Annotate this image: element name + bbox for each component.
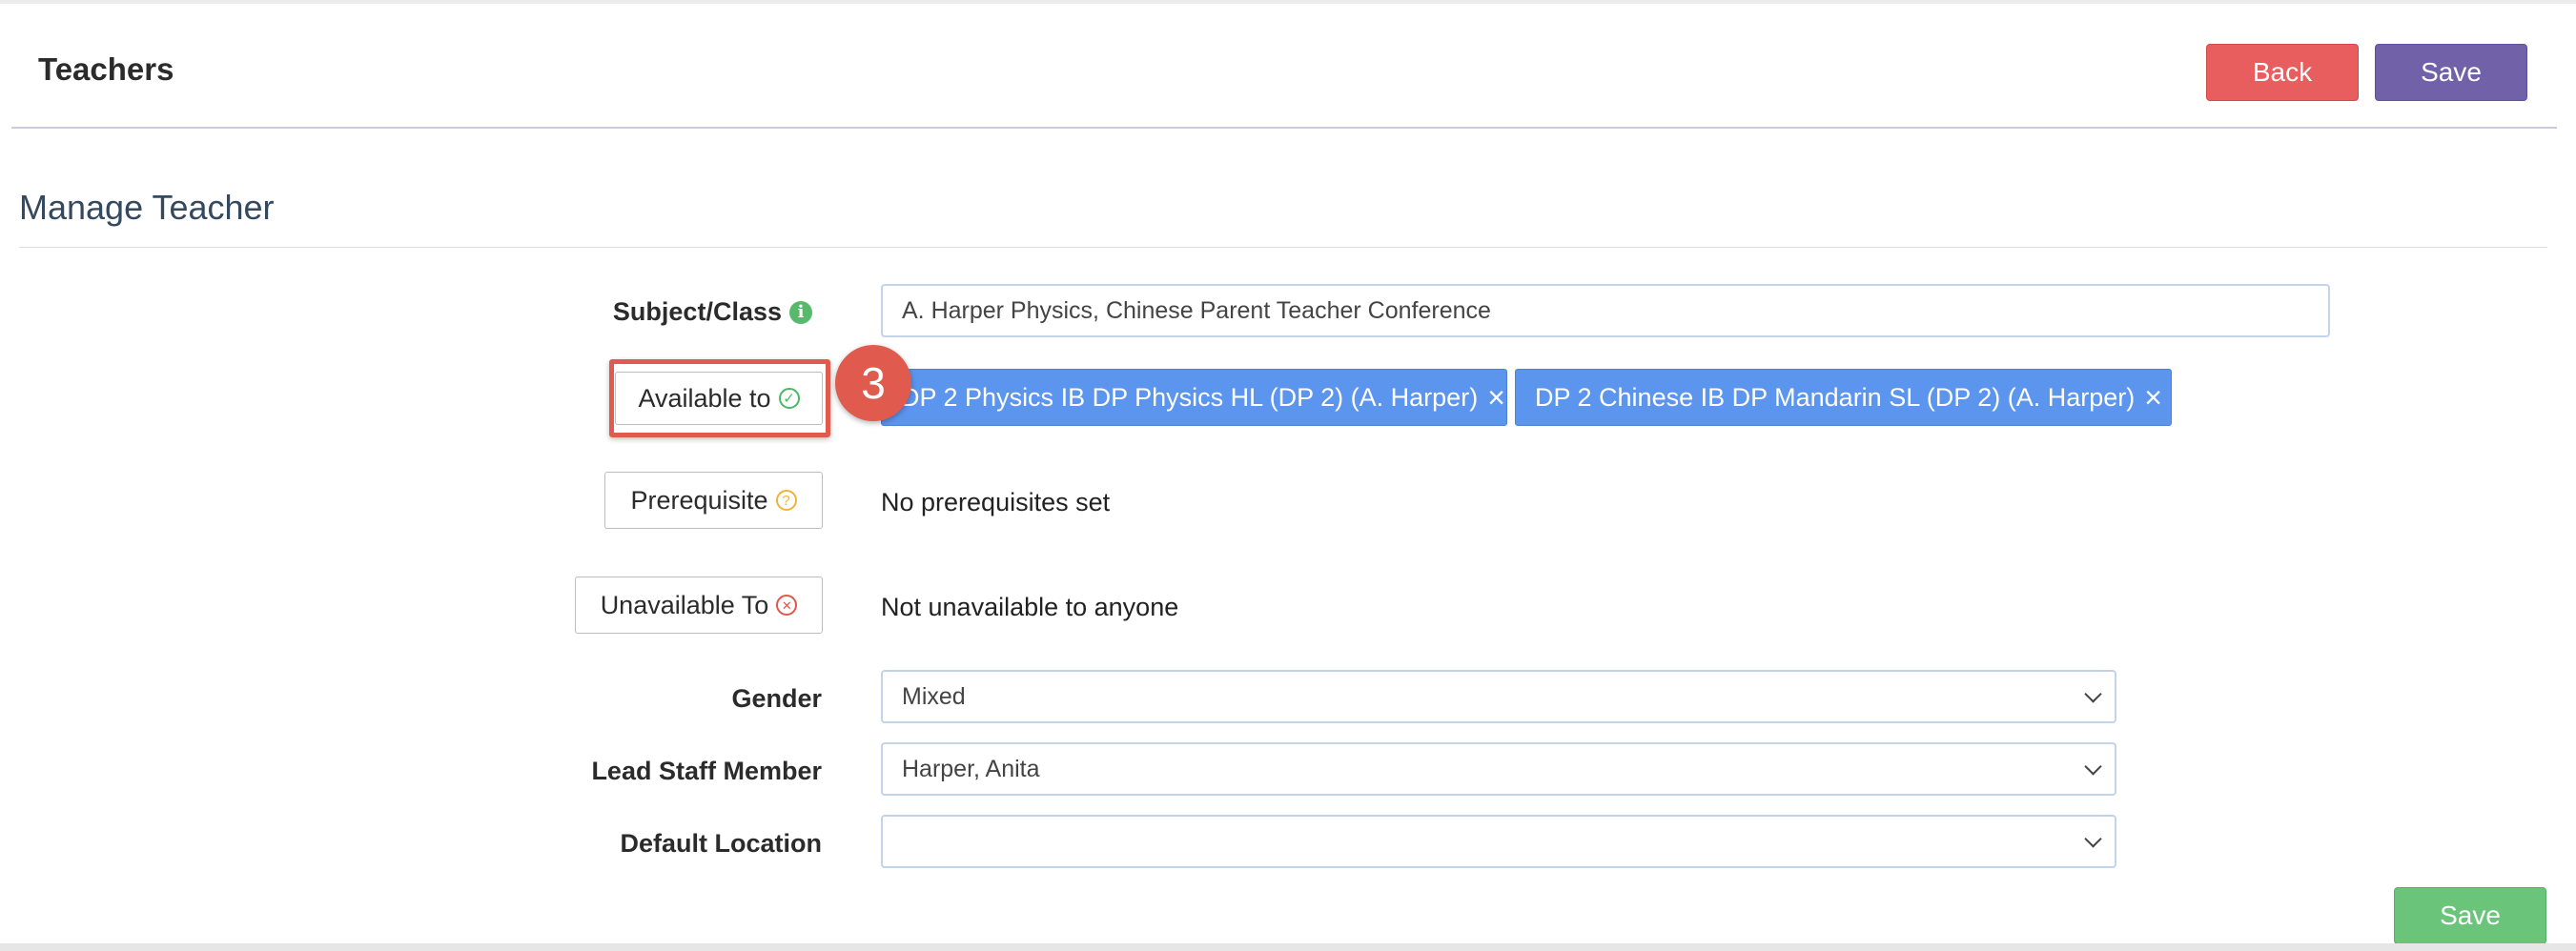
unavailable-to-label: Unavailable To <box>600 590 769 619</box>
x-circle-icon: ✕ <box>776 595 798 616</box>
gender-value: Mixed <box>902 682 966 710</box>
info-icon[interactable]: i <box>789 300 812 324</box>
lead-staff-select[interactable]: Harper, Anita <box>881 742 2116 796</box>
subject-class-label-text: Subject/Class <box>612 297 782 326</box>
question-circle-icon: ? <box>775 490 797 511</box>
default-location-select[interactable] <box>881 815 2116 868</box>
subject-class-input[interactable] <box>881 284 2330 337</box>
close-icon[interactable]: × <box>2144 382 2162 413</box>
available-tag[interactable]: DP 2 Chinese IB DP Mandarin SL (DP 2) (A… <box>1515 369 2172 426</box>
prerequisite-button[interactable]: Prerequisite ? <box>604 472 823 529</box>
prerequisite-status: No prerequisites set <box>881 488 1111 516</box>
available-to-button[interactable]: Available to ✓ <box>615 372 823 425</box>
gender-select[interactable]: Mixed <box>881 670 2116 723</box>
page-title: Teachers <box>38 51 174 87</box>
close-icon[interactable]: × <box>1487 382 1505 413</box>
prerequisite-label: Prerequisite <box>630 485 768 515</box>
chevron-down-icon <box>2084 685 2102 703</box>
lead-staff-value: Harper, Anita <box>902 755 1040 782</box>
section-title: Manage Teacher <box>19 188 275 227</box>
section-divider <box>19 247 2547 248</box>
unavailable-to-button[interactable]: Unavailable To ✕ <box>575 577 823 634</box>
gender-label: Gender <box>731 684 822 713</box>
bottom-border <box>0 943 2576 951</box>
chevron-down-icon <box>2084 758 2102 776</box>
available-tag-label: DP 2 Chinese IB DP Mandarin SL (DP 2) (A… <box>1535 382 2136 412</box>
header-divider <box>11 127 2557 129</box>
chevron-down-icon <box>2084 830 2102 848</box>
top-border <box>0 0 2576 4</box>
unavailable-status: Not unavailable to anyone <box>881 593 1179 621</box>
default-location-label: Default Location <box>620 829 822 858</box>
lead-staff-label: Lead Staff Member <box>591 757 822 785</box>
available-tag-label: DP 2 Physics IB DP Physics HL (DP 2) (A.… <box>901 382 1479 412</box>
save-button[interactable]: Save <box>2375 44 2527 101</box>
available-tag[interactable]: DP 2 Physics IB DP Physics HL (DP 2) (A.… <box>881 369 1507 426</box>
available-to-label: Available to <box>638 383 771 413</box>
subject-class-label: Subject/Class i <box>613 297 812 327</box>
back-button[interactable]: Back <box>2206 44 2359 101</box>
step-badge: 3 <box>835 345 911 421</box>
check-circle-icon: ✓ <box>778 388 800 409</box>
footer-save-button[interactable]: Save <box>2394 887 2546 944</box>
